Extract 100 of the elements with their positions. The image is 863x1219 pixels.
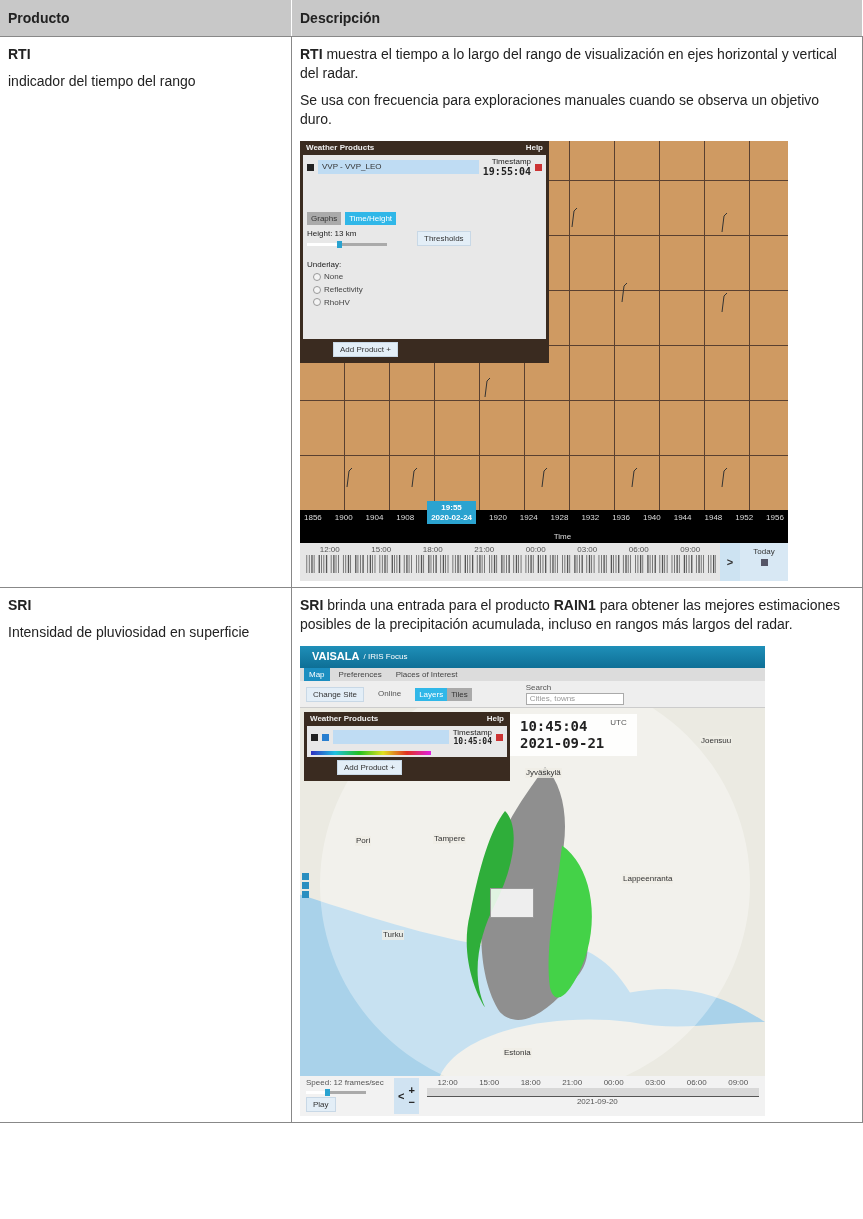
axis-tick: 1904 — [365, 513, 384, 523]
underlay-radio[interactable]: Reflectivity — [313, 284, 363, 295]
timeline-track[interactable] — [426, 1087, 759, 1097]
panel-title: Weather Products — [310, 714, 379, 724]
change-site-button[interactable]: Change Site — [306, 686, 365, 702]
timestamp-label: Timestamp — [452, 727, 492, 738]
description-text: Se usa con frecuencia para exploraciones manuales cuando se observa un objetivo duro. — [300, 91, 821, 129]
echo-trace-icon — [345, 466, 353, 488]
layer-number-icon — [307, 163, 314, 171]
column-header: Descripción — [292, 0, 863, 36]
app-tab[interactable]: Places of Interest — [390, 668, 463, 681]
axis-tick: 1952 — [735, 513, 754, 523]
city-label: Estonia — [503, 1048, 532, 1058]
timeline-tick: 00:00 — [525, 545, 546, 555]
zoom-out-button[interactable]: − — [408, 1096, 415, 1108]
echo-trace-icon — [720, 211, 728, 233]
location-tooltip — [490, 888, 534, 918]
axis-tick: 1928 — [550, 513, 569, 523]
axis-tick: 1908 — [396, 513, 415, 523]
timeline-tick: 21:00 — [474, 545, 495, 555]
app-tab[interactable]: Preferences — [333, 668, 387, 681]
city-label: Pori — [355, 836, 372, 846]
today-button[interactable]: Today — [740, 543, 788, 581]
timeline-tick: 09:00 — [680, 545, 701, 555]
axis-tick: 1944 — [673, 513, 692, 523]
echo-trace-icon — [720, 291, 728, 313]
play-button[interactable]: Play — [306, 1096, 336, 1112]
app-tab[interactable]: Map — [304, 668, 330, 681]
timeline-tick: 15:00 — [479, 1078, 500, 1088]
city-label: Jyväskylä — [525, 768, 562, 778]
product-code: RTI — [8, 45, 32, 64]
product-code: SRI — [8, 596, 33, 615]
echo-trace-icon — [540, 466, 548, 488]
height-label: Height: 13 km — [307, 229, 358, 239]
view-tab[interactable]: Graphs — [307, 212, 342, 226]
timeline-tick: 18:00 — [520, 1078, 541, 1088]
underlay-radio[interactable]: None — [313, 272, 344, 282]
timeline-tick: 00:00 — [603, 1078, 624, 1088]
axis-tick: 1936 — [612, 513, 630, 523]
thresholds-button[interactable]: Thresholds — [417, 231, 471, 246]
timestamp: 19:55:04 — [482, 166, 531, 179]
axis-tick: 1856 — [304, 513, 322, 523]
slider-thumb[interactable] — [337, 240, 342, 248]
underlay-radio[interactable]: RhoHV — [313, 297, 350, 308]
echo-trace-icon — [410, 466, 418, 488]
slider-thumb[interactable] — [325, 1088, 330, 1096]
axis-tick: 1948 — [704, 513, 723, 523]
column-header: Producto — [0, 0, 292, 36]
timeline-tick: 09:00 — [728, 1078, 749, 1088]
add-product-button[interactable]: Add Product + — [333, 342, 398, 358]
network-status: Online — [378, 689, 402, 699]
timeline-tick: 12:00 — [437, 1078, 458, 1088]
echo-trace-icon — [620, 281, 628, 303]
city-label: Turku — [382, 930, 405, 940]
product-name: Intensidad de pluviosidad en superficie — [8, 623, 251, 642]
add-product-button[interactable]: Add Product + — [337, 759, 402, 775]
axis-tick: 1932 — [581, 513, 600, 523]
axis-label: Time — [553, 532, 572, 542]
timeline-tick: 15:00 — [371, 545, 392, 555]
zoom-in-button[interactable]: + — [408, 1084, 415, 1096]
time-overlay: 10:45:04 UTC 2021-09-21 — [510, 714, 637, 756]
panel-title: Weather Products — [306, 143, 375, 153]
brand-logo: VAISALA — [312, 650, 360, 664]
timeline-tick: 03:00 — [577, 545, 598, 555]
echo-trace-icon — [720, 466, 728, 488]
description-text: SRI brinda una entrada para el producto RAIN1 para obtener las mejores estimaciones posibles de la precipitación acumulada, incluso en rangos más largos del radar. — [300, 596, 842, 634]
axis-tick: 1924 — [519, 513, 538, 523]
height-slider[interactable] — [307, 242, 387, 246]
city-label: Tampere — [433, 834, 467, 844]
axis-tick: 1900 — [334, 513, 353, 523]
speed-label: Speed: 12 frames/sec — [306, 1078, 385, 1088]
axis-tick: 1940 — [642, 513, 661, 523]
search-label: Search — [525, 683, 553, 693]
timeline-tick: 12:00 — [319, 545, 340, 555]
description-text: RTI muestra el tiempo a lo largo del rango de visualización en ejes horizontal y vertical del radar. — [300, 45, 838, 83]
help-link[interactable]: Help — [486, 714, 504, 724]
axis-tick: 1956 — [766, 513, 784, 523]
layer-number-icon — [311, 733, 318, 741]
underlay-label: Underlay: — [307, 259, 342, 270]
timeline-tick: 21:00 — [562, 1078, 583, 1088]
timeline-date: 2021-09-20 — [576, 1096, 619, 1107]
axis-tick: 1920 — [489, 513, 507, 523]
city-label: Joensuu — [700, 736, 733, 746]
next-button[interactable]: > — [720, 543, 740, 581]
city-label: Lappeenranta — [622, 874, 674, 884]
echo-trace-icon — [630, 466, 638, 488]
echo-trace-icon — [570, 206, 578, 228]
speed-slider[interactable] — [306, 1090, 366, 1094]
timeline-tick: 18:00 — [422, 545, 443, 555]
product-dropdown[interactable]: VVP - VVP_LEO — [318, 160, 479, 175]
step-back-button[interactable]: < — [398, 1090, 405, 1102]
timeline-tick: 06:00 — [628, 545, 649, 555]
timestamp: 10:45:04 — [453, 737, 492, 747]
help-link[interactable]: Help — [525, 143, 543, 153]
view-mode-tab[interactable]: Tiles — [447, 687, 472, 701]
timestamp-label: Timestamp — [491, 156, 531, 167]
timeline-tick: 06:00 — [686, 1078, 707, 1088]
timeline-tick: 03:00 — [645, 1078, 666, 1088]
app-name: / IRIS Focus — [363, 652, 408, 662]
product-name: indicador del tiempo del rango — [8, 72, 197, 91]
